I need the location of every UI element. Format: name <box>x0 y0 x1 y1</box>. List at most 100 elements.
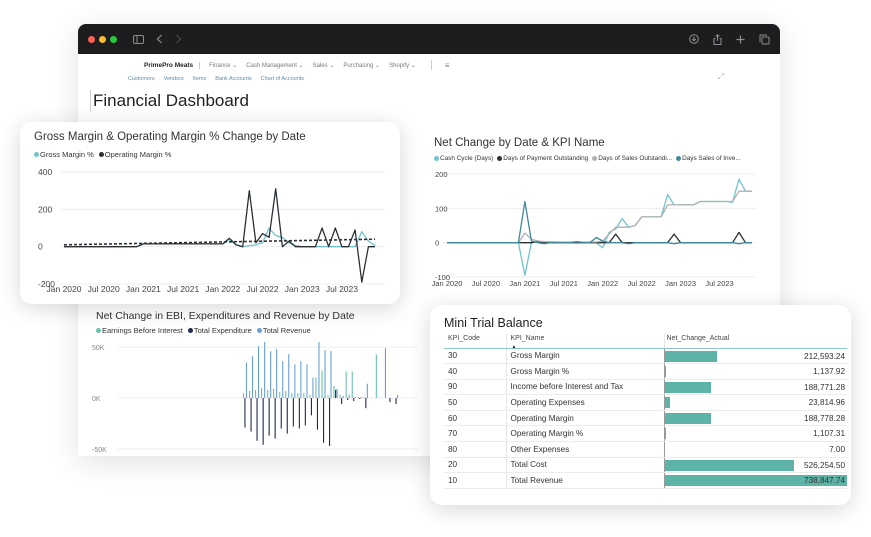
net-change-kpi-chart: 2001000-100Jan 2020 Jul 2020 Jan 2021 Jul 2… <box>432 170 755 288</box>
nav-menu-shopify[interactable]: Shopify ⌄ <box>389 62 416 69</box>
x-tick-label: Jul 2023 <box>326 284 358 294</box>
bar <box>348 394 350 398</box>
expand-icon[interactable]: ⤢ <box>718 72 724 82</box>
bar <box>357 397 359 398</box>
table-row[interactable]: 30 Gross Margin 212,593.24 <box>444 348 847 365</box>
bar <box>315 377 317 398</box>
table-row[interactable]: 80 Other Expenses 7.00 <box>444 441 847 458</box>
kpi-code-cell: 40 <box>444 363 506 380</box>
subnav-link-chart-of-accounts[interactable]: Chart of Accounts <box>261 76 304 82</box>
subnav-link-items[interactable]: Items <box>193 76 206 82</box>
nav-menu-sales[interactable]: Sales ⌄ <box>313 62 335 69</box>
legend-item[interactable]: Total Expenditure <box>187 326 252 335</box>
net-change-cell: 188,778.28 <box>663 410 847 427</box>
subnav-link-vendors[interactable]: Vendors <box>164 76 184 82</box>
legend-item[interactable]: Cash Cycle (Days) <box>434 155 493 162</box>
table-row[interactable]: 90 Income before Interest and Tax 188,771.… <box>444 379 847 396</box>
bar <box>366 383 368 398</box>
hamburger-menu-icon[interactable]: ≡ <box>445 61 450 70</box>
bar <box>267 389 269 398</box>
column-header-net-change-actual[interactable]: Net_Change_Actual <box>663 334 847 349</box>
forward-icon[interactable] <box>175 34 182 44</box>
mini-trial-balance-card: Mini Trial Balance KPI_Code KPI_Name ▲ Ne… <box>430 305 851 505</box>
subnav-link-bank-accounts[interactable]: Bank Accounts <box>215 76 251 82</box>
column-header-kpi-code[interactable]: KPI_Code <box>444 334 506 349</box>
bar <box>341 398 343 405</box>
legend-label: Cash Cycle (Days) <box>440 155 494 162</box>
legend-label: Days of Sales Outstandi... <box>598 155 673 162</box>
column-header-kpi-name[interactable]: KPI_Name ▲ <box>505 334 664 350</box>
table-row[interactable]: 10 Total Revenue 738,847.74 <box>444 472 847 489</box>
legend-item[interactable]: Operating Margin % <box>98 150 172 159</box>
chevron-down-icon: ⌄ <box>298 62 304 69</box>
y-tick-label: 100 <box>435 204 448 213</box>
legend-label: Operating Margin % <box>104 150 172 159</box>
x-tick-label: Jul 2021 <box>167 284 199 294</box>
legend-item[interactable]: Total Revenue <box>256 326 311 335</box>
kpi-name-cell: Income before Interest and Tax <box>505 379 664 396</box>
bar <box>244 398 246 428</box>
kpi-code-cell: 50 <box>444 394 506 411</box>
table-row[interactable]: 20 Total Cost 526,254.50 <box>444 457 847 474</box>
net-change-cell: 7.00 <box>663 441 847 458</box>
table-row[interactable]: 50 Operating Expenses 23,814.96 <box>444 394 847 411</box>
data-bar <box>664 397 671 409</box>
download-icon[interactable] <box>689 34 699 44</box>
bar <box>288 354 290 398</box>
legend-item[interactable]: Days of Sales Outstandi... <box>592 155 672 162</box>
back-icon[interactable] <box>156 34 163 44</box>
trial-balance-table: KPI_Code KPI_Name ▲ Net_Change_Actual 30 G… <box>444 334 847 489</box>
kpi-name-cell: Other Expenses <box>505 441 664 458</box>
nav-menu-label: Sales <box>312 62 328 69</box>
ebi-chart: 50K 0K -50K <box>92 342 418 454</box>
legend-label: Days Sales of Inve... <box>682 155 741 162</box>
chart-legend: Cash Cycle (Days) Days of Payment Outsta… <box>434 155 766 162</box>
table-row[interactable]: 40 Gross Margin % 1,137.92 <box>444 363 847 380</box>
nav-menu-label: Cash Management <box>246 62 297 69</box>
legend-label: Days of Payment Outstanding <box>503 155 589 162</box>
bar <box>282 361 284 398</box>
chevron-down-icon: ⌄ <box>232 62 238 69</box>
legend-item[interactable]: Earnings Before Interest <box>96 326 183 335</box>
net-change-cell: 188,771.28 <box>663 379 847 396</box>
close-window-button[interactable] <box>88 35 95 43</box>
data-bar <box>664 381 712 393</box>
legend-label: Earnings Before Interest <box>102 326 183 335</box>
kpi-code-cell: 70 <box>444 425 506 443</box>
bar <box>397 394 399 398</box>
legend-swatch <box>592 156 598 161</box>
new-tab-icon[interactable] <box>736 35 745 44</box>
bar <box>270 351 272 398</box>
legend-item[interactable]: Days Sales of Inve... <box>676 155 741 162</box>
gross-margin-card: Gross Margin & Operating Margin % Change… <box>20 122 400 304</box>
x-tick-label: Jan 2022 <box>205 284 240 294</box>
kpi-name-cell: Gross Margin % <box>505 363 664 380</box>
share-icon[interactable] <box>713 33 722 45</box>
nav-menu-purchasing[interactable]: Purchasing ⌄ <box>343 62 380 69</box>
x-tick-label: Jan 2023 <box>665 279 696 288</box>
company-name[interactable]: PrimePro Meats <box>144 61 201 69</box>
table-row[interactable]: 70 Operating Margin % 1,107.31 <box>444 425 847 443</box>
nav-menu-label: Purchasing <box>343 62 374 69</box>
bar <box>389 398 391 403</box>
net-change-cell: 1,137.92 <box>663 363 847 380</box>
x-tick-label: Jan 2021 <box>509 279 540 288</box>
legend-item[interactable]: Gross Margin % <box>34 150 94 159</box>
bar <box>286 398 288 434</box>
top-navigation: PrimePro Meats Finance ⌄ Cash Management… <box>144 58 449 72</box>
x-tick-label: Jul 2020 <box>88 284 120 294</box>
kpi-name-cell: Gross Margin <box>505 348 664 365</box>
legend-swatch <box>256 328 262 333</box>
bar <box>249 390 251 398</box>
legend-item[interactable]: Days of Payment Outstanding <box>497 155 588 162</box>
net-change-value: 526,254.50 <box>804 460 845 470</box>
subnav-link-customers[interactable]: Customers <box>128 76 155 82</box>
minimize-window-button[interactable] <box>99 35 106 43</box>
table-row[interactable]: 60 Operating Margin 188,778.28 <box>444 410 847 427</box>
maximize-window-button[interactable] <box>110 35 117 43</box>
nav-menu-finance[interactable]: Finance ⌄ <box>209 62 237 69</box>
nav-menu-cash-management[interactable]: Cash Management ⌄ <box>246 62 303 69</box>
bar <box>242 392 244 398</box>
sidebar-icon[interactable] <box>133 34 144 44</box>
tabs-overview-icon[interactable] <box>759 34 770 45</box>
